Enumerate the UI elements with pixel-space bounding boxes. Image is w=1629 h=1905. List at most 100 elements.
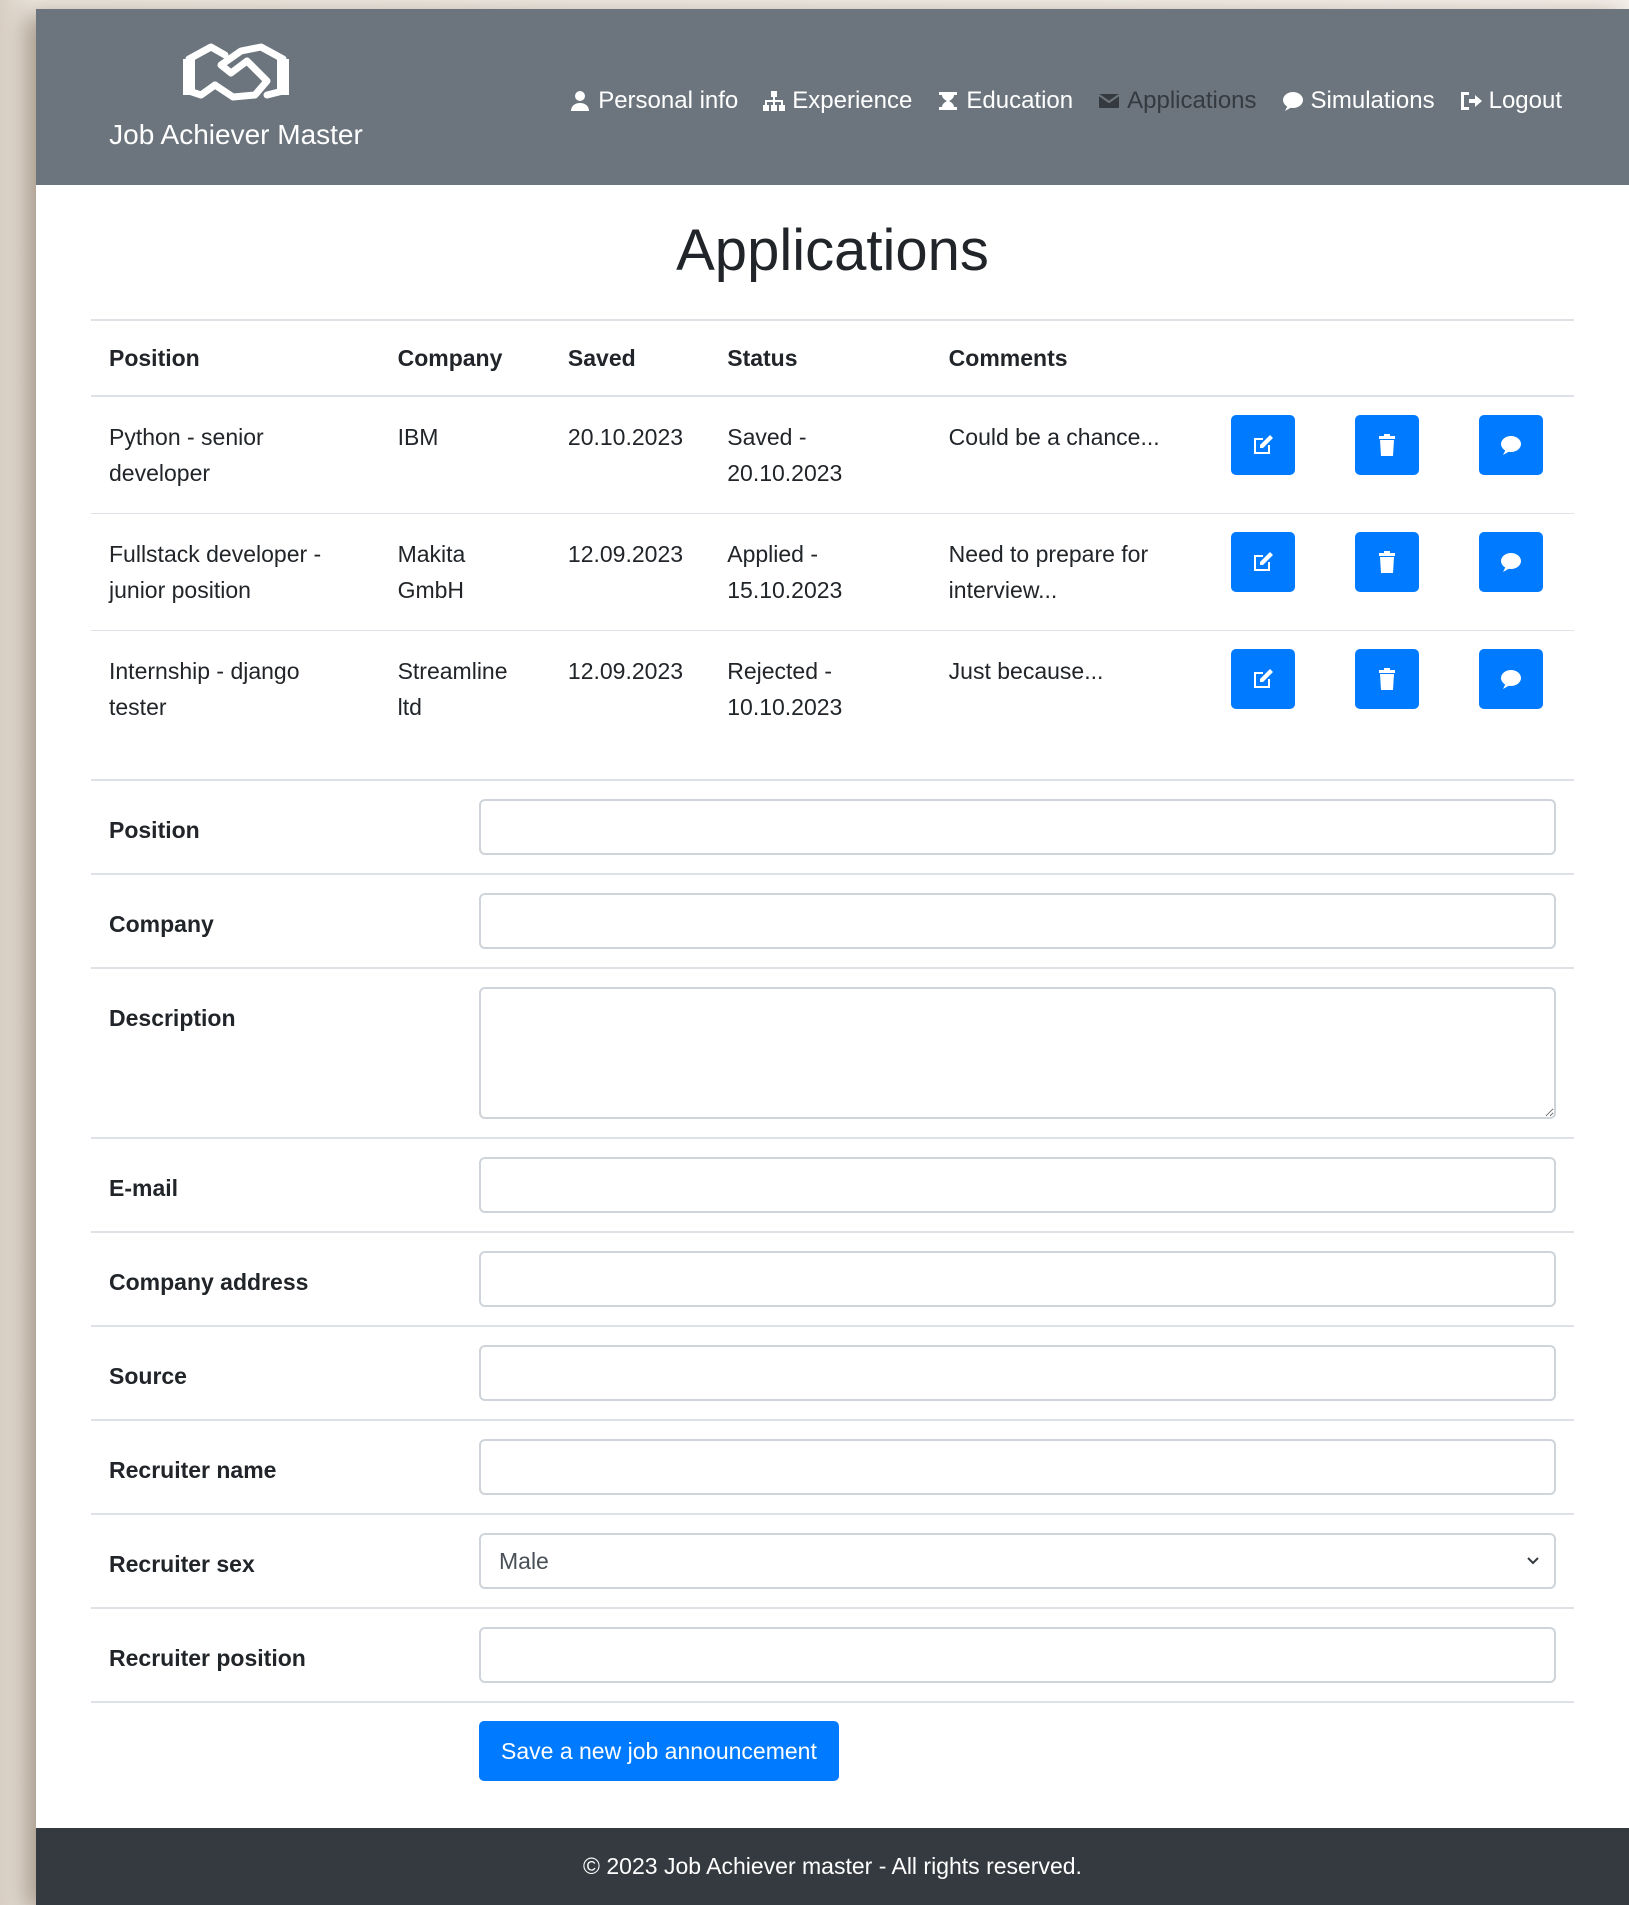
comment-button[interactable] bbox=[1479, 649, 1544, 709]
form-row-company-address: Company address bbox=[91, 1231, 1574, 1325]
recruiter-sex-select[interactable]: Male bbox=[479, 1533, 1556, 1589]
nav-item-applications[interactable]: Applications bbox=[1097, 87, 1257, 115]
cell-saved: 12.09.2023 bbox=[549, 513, 710, 631]
table-row: Python - senior developer IBM 20.10.2023… bbox=[91, 395, 1574, 514]
form-row-email: E-mail bbox=[91, 1137, 1574, 1231]
recruiter-sex-label: Recruiter sex bbox=[109, 1551, 255, 1577]
form-actions: Save a new job announcement bbox=[91, 1701, 1574, 1781]
edit-button[interactable] bbox=[1231, 415, 1296, 475]
delete-button[interactable] bbox=[1354, 415, 1419, 475]
nav-item-simulations[interactable]: Simulations bbox=[1281, 87, 1435, 115]
chevron-down-icon bbox=[1527, 1557, 1539, 1565]
delete-button[interactable] bbox=[1354, 532, 1419, 592]
comment-button[interactable] bbox=[1479, 532, 1544, 592]
page-title: Applications bbox=[676, 218, 989, 283]
nav-item-label: Experience bbox=[792, 87, 913, 114]
table-row: Fullstack developer - junior position Ma… bbox=[91, 513, 1574, 631]
form-row-recruiter-name: Recruiter name bbox=[91, 1419, 1574, 1513]
form-row-recruiter-sex: Recruiter sex Male bbox=[91, 1513, 1574, 1607]
comment-button[interactable] bbox=[1479, 415, 1544, 475]
nav-item-label: Applications bbox=[1127, 87, 1257, 114]
top-navbar: Job Achiever Master Personal info Experi… bbox=[36, 9, 1629, 185]
logout-icon bbox=[1460, 92, 1482, 110]
edit-icon bbox=[1254, 435, 1274, 454]
company-input[interactable] bbox=[479, 893, 1556, 949]
company-label: Company bbox=[109, 911, 214, 937]
column-header-status: Status bbox=[709, 319, 931, 397]
nav-item-education[interactable]: Education bbox=[936, 87, 1073, 115]
user-icon bbox=[571, 91, 590, 111]
nav-item-logout[interactable]: Logout bbox=[1459, 87, 1562, 115]
recruiter-position-input[interactable] bbox=[479, 1627, 1556, 1683]
cell-company: Streamline ltd bbox=[379, 630, 550, 747]
company-address-input[interactable] bbox=[479, 1251, 1556, 1307]
form-row-recruiter-position: Recruiter position bbox=[91, 1607, 1574, 1701]
save-job-announcement-button[interactable]: Save a new job announcement bbox=[479, 1721, 839, 1781]
cell-status: Rejected - 10.10.2023 bbox=[709, 630, 931, 747]
position-input[interactable] bbox=[479, 799, 1556, 855]
recruiter-name-label: Recruiter name bbox=[109, 1457, 277, 1483]
handshake-logo-icon bbox=[183, 43, 289, 101]
edit-button[interactable] bbox=[1231, 649, 1296, 709]
trash-icon bbox=[1378, 551, 1395, 573]
recruiter-sex-value: Male bbox=[479, 1533, 1556, 1589]
comment-icon bbox=[1501, 436, 1522, 455]
cell-company: Makita GmbH bbox=[379, 513, 550, 631]
cell-comments: Could be a chance... bbox=[930, 395, 1203, 514]
cell-position: Fullstack developer - junior position bbox=[91, 513, 380, 631]
trash-icon bbox=[1378, 434, 1395, 456]
recruiter-position-label: Recruiter position bbox=[109, 1645, 306, 1671]
source-input[interactable] bbox=[479, 1345, 1556, 1401]
brand-title: Job Achiever Master bbox=[109, 119, 363, 150]
email-input[interactable] bbox=[479, 1157, 1556, 1213]
column-header-comments: Comments bbox=[930, 319, 1203, 397]
form-row-description: Description bbox=[91, 967, 1574, 1137]
cell-comments: Need to prepare for interview... bbox=[930, 513, 1203, 631]
comment-icon bbox=[1501, 670, 1522, 689]
main-nav: Personal info Experience Education Appli… bbox=[568, 87, 1562, 115]
delete-button[interactable] bbox=[1354, 649, 1419, 709]
cell-company: IBM bbox=[379, 395, 550, 514]
page-footer: © 2023 Job Achiever master - All rights … bbox=[36, 1828, 1629, 1905]
column-header-position: Position bbox=[91, 319, 380, 397]
cell-status: Saved - 20.10.2023 bbox=[709, 395, 931, 514]
description-label: Description bbox=[109, 1005, 236, 1031]
column-header-company: Company bbox=[379, 319, 550, 397]
cell-position: Internship - django tester bbox=[91, 630, 380, 747]
main-content: Applications Position Company Saved Stat… bbox=[91, 185, 1574, 1781]
company-address-label: Company address bbox=[109, 1269, 309, 1295]
email-label: E-mail bbox=[109, 1175, 179, 1201]
envelope-icon bbox=[1098, 94, 1120, 108]
cell-comments: Just because... bbox=[930, 630, 1203, 747]
table-row: Internship - django tester Streamline lt… bbox=[91, 630, 1574, 747]
form-row-source: Source bbox=[91, 1325, 1574, 1419]
applications-table: Position Company Saved Status Comments P… bbox=[91, 319, 1574, 747]
nav-item-experience[interactable]: Experience bbox=[762, 87, 912, 115]
source-label: Source bbox=[109, 1363, 187, 1389]
nav-item-label: Logout bbox=[1488, 87, 1562, 114]
cell-status: Applied - 15.10.2023 bbox=[709, 513, 931, 631]
footer-copyright: © 2023 Job Achiever master - All rights … bbox=[583, 1853, 1082, 1879]
nav-item-label: Personal info bbox=[598, 87, 739, 114]
cell-saved: 20.10.2023 bbox=[549, 395, 710, 514]
nav-item-label: Simulations bbox=[1310, 87, 1435, 114]
trash-icon bbox=[1378, 668, 1395, 690]
form-row-company: Company bbox=[91, 873, 1574, 967]
comment-icon bbox=[1282, 92, 1303, 111]
position-label: Position bbox=[109, 817, 200, 843]
cell-position: Python - senior developer bbox=[91, 395, 380, 514]
edit-icon bbox=[1254, 669, 1274, 688]
description-textarea[interactable] bbox=[479, 987, 1556, 1119]
column-header-saved: Saved bbox=[549, 319, 710, 397]
comment-icon bbox=[1501, 553, 1522, 572]
nav-item-personal-info[interactable]: Personal info bbox=[568, 87, 738, 115]
cell-saved: 12.09.2023 bbox=[549, 630, 710, 747]
edit-icon bbox=[1254, 552, 1274, 571]
form-row-position: Position bbox=[91, 779, 1574, 873]
new-application-form: Position Company Description E-mail Comp… bbox=[91, 779, 1574, 1781]
brand[interactable]: Job Achiever Master bbox=[91, 37, 381, 151]
nav-item-label: Education bbox=[966, 87, 1074, 114]
edit-button[interactable] bbox=[1231, 532, 1296, 592]
recruiter-name-input[interactable] bbox=[479, 1439, 1556, 1495]
graduation-icon bbox=[939, 92, 958, 110]
